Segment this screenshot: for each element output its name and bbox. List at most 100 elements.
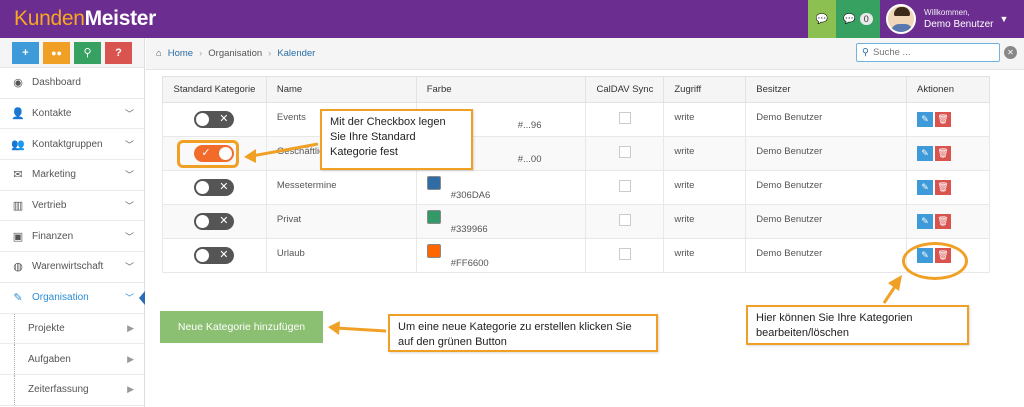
search-input[interactable] (872, 47, 983, 58)
sidebar-item-label: Kontakte (32, 108, 72, 120)
sidebar-item-label: Organisation (32, 292, 89, 304)
sidebar-item-warenwirtschaft[interactable]: ◍ Warenwirtschaft ﹀ (0, 252, 144, 283)
sidebar-item-vertrieb[interactable]: ▥ Vertrieb ﹀ (0, 191, 144, 222)
delete-button[interactable]: 🗑 (935, 214, 952, 229)
caldav-cell (585, 238, 665, 273)
chevron-down-icon: ﹀ (124, 293, 134, 304)
sidebar-item-organisation[interactable]: ✎ Organisation ﹀ (0, 283, 145, 314)
delete-button[interactable]: 🗑 (935, 146, 952, 161)
column-header[interactable]: CalDAV Sync (585, 76, 665, 103)
color-swatch[interactable] (426, 244, 441, 258)
search-box: ⚲ (856, 43, 1000, 62)
table-header-row: Standard Kategorie Name Farbe CalDAV Syn… (162, 76, 990, 103)
user-name: Demo Benutzer (924, 19, 994, 30)
sidebar-item-dashboard[interactable]: ◉ Dashboard (0, 68, 144, 99)
sidebar-subitem-label: Aufgaben (28, 353, 71, 365)
chevron-down-icon: ﹀ (124, 231, 134, 242)
access-value: write (663, 238, 747, 273)
sidebar-subitem-zeiterfassung[interactable]: Zeiterfassung ▶ (0, 374, 144, 406)
table-row: ✕ Events #...96 write Demo Benutzer ✎ 🗑 (162, 102, 990, 137)
chevron-right-icon: ▶ (127, 384, 134, 395)
color-hex: #FF6600 (450, 258, 489, 269)
user-menu[interactable]: Willkommen, Demo Benutzer ▼ (880, 0, 1024, 38)
sidebar-item-kontakte[interactable]: 👤 Kontakte ﹀ (0, 99, 144, 130)
owner-value: Demo Benutzer (745, 170, 908, 205)
close-icon[interactable]: ✕ (1004, 46, 1017, 59)
caldav-sync-checkbox[interactable] (618, 248, 631, 260)
default-category-toggle[interactable]: ✕ (194, 111, 235, 128)
app-logo[interactable]: KundenMeister (14, 7, 156, 31)
color-hex: #...96 (517, 120, 542, 131)
column-header[interactable]: Zugriff (663, 76, 747, 103)
caldav-sync-checkbox[interactable] (618, 214, 631, 226)
plus-icon: + (22, 46, 29, 59)
default-category-toggle[interactable]: ✕ (194, 179, 235, 196)
sidebar-item-label: Warenwirtschaft (32, 261, 104, 273)
search-shortcut-button[interactable]: ⚲ (74, 41, 101, 64)
edit-button[interactable]: ✎ (917, 146, 934, 161)
sidebar-item-finanzen[interactable]: ▣ Finanzen ﹀ (0, 221, 144, 253)
chat-shortcut-button[interactable]: ●● (43, 41, 70, 64)
color-swatch[interactable] (426, 176, 441, 190)
sidebar-subitem-aufgaben[interactable]: Aufgaben ▶ (0, 344, 144, 375)
caldav-cell (585, 136, 665, 171)
category-table: Standard Kategorie Name Farbe CalDAV Syn… (162, 76, 990, 273)
chat-button[interactable]: 💬 (808, 0, 836, 38)
sidebar-item-kontaktgruppen[interactable]: 👥 Kontaktgruppen ﹀ (0, 129, 144, 161)
color-swatch[interactable] (426, 210, 441, 224)
callout-add: Um eine neue Kategorie zu erstellen klic… (388, 314, 658, 352)
edit-button[interactable]: ✎ (917, 112, 934, 127)
add-shortcut-button[interactable]: + (12, 41, 39, 64)
breadcrumb-home[interactable]: Home (168, 48, 193, 59)
chevron-down-icon: ﹀ (124, 170, 134, 181)
actions-cell: ✎ 🗑 (906, 170, 990, 205)
users-icon: 👥 (11, 138, 25, 151)
color-cell: #306DA6 (415, 170, 587, 205)
caldav-sync-checkbox[interactable] (618, 112, 631, 124)
delete-button[interactable]: 🗑 (935, 180, 952, 195)
chevron-right-icon: ▶ (127, 353, 134, 364)
default-category-toggle[interactable]: ✕ (194, 247, 235, 264)
color-cell: #FF6600 (415, 238, 587, 273)
actions-cell: ✎ 🗑 (906, 136, 990, 171)
arrow-to-add-button (335, 326, 387, 333)
owner-value: Demo Benutzer (745, 136, 908, 171)
breadcrumb-current: Kalender (277, 48, 316, 59)
column-header[interactable]: Farbe (415, 76, 587, 103)
comment-icon: 💬 (843, 13, 856, 25)
caldav-cell (585, 170, 665, 205)
add-category-button[interactable]: Neue Kategorie hinzufügen (160, 311, 323, 343)
category-name: Messetermine (265, 170, 417, 205)
column-header[interactable]: Aktionen (906, 76, 990, 103)
edit-button[interactable]: ✎ (917, 180, 934, 195)
breadcrumb-section[interactable]: Organisation (208, 48, 262, 59)
sidebar: + ●● ⚲ ? ◉ Dashboard 👤 Kontakte ﹀ 👥 Kont… (0, 38, 145, 407)
edit-button[interactable]: ✎ (917, 214, 934, 229)
sidebar-item-marketing[interactable]: ✉ Marketing ﹀ (0, 160, 144, 191)
column-header[interactable]: Besitzer (745, 76, 908, 103)
table-row: ✕ Urlaub #FF6600 write Demo Benutzer ✎ 🗑 (162, 238, 990, 273)
owner-value: Demo Benutzer (745, 238, 908, 273)
edit-icon: ✎ (13, 292, 23, 305)
actions-cell: ✎ 🗑 (906, 102, 990, 137)
welcome-text: Willkommen, (924, 8, 970, 17)
default-category-toggle[interactable]: ✕ (194, 213, 235, 230)
highlight-toggle (177, 140, 239, 168)
delete-button[interactable]: 🗑 (935, 112, 952, 127)
caldav-sync-checkbox[interactable] (618, 180, 631, 192)
chevron-down-icon: ﹀ (124, 109, 134, 120)
caret-down-icon: ▼ (999, 14, 1009, 24)
color-hex: #...00 (517, 154, 542, 165)
sidebar-item-label: Dashboard (32, 77, 81, 89)
owner-value: Demo Benutzer (745, 102, 908, 137)
column-header[interactable]: Standard Kategorie (162, 76, 267, 103)
column-header[interactable]: Name (265, 76, 417, 103)
bar-chart-icon: ▥ (12, 200, 24, 213)
category-name: Privat (265, 204, 417, 239)
sidebar-subitem-projekte[interactable]: Projekte ▶ (0, 313, 144, 345)
caldav-sync-checkbox[interactable] (618, 146, 631, 158)
close-icon: ✕ (219, 181, 229, 193)
help-shortcut-button[interactable]: ? (105, 41, 132, 64)
messages-button[interactable]: 💬 0 (836, 0, 880, 38)
close-icon: ✕ (219, 249, 229, 261)
